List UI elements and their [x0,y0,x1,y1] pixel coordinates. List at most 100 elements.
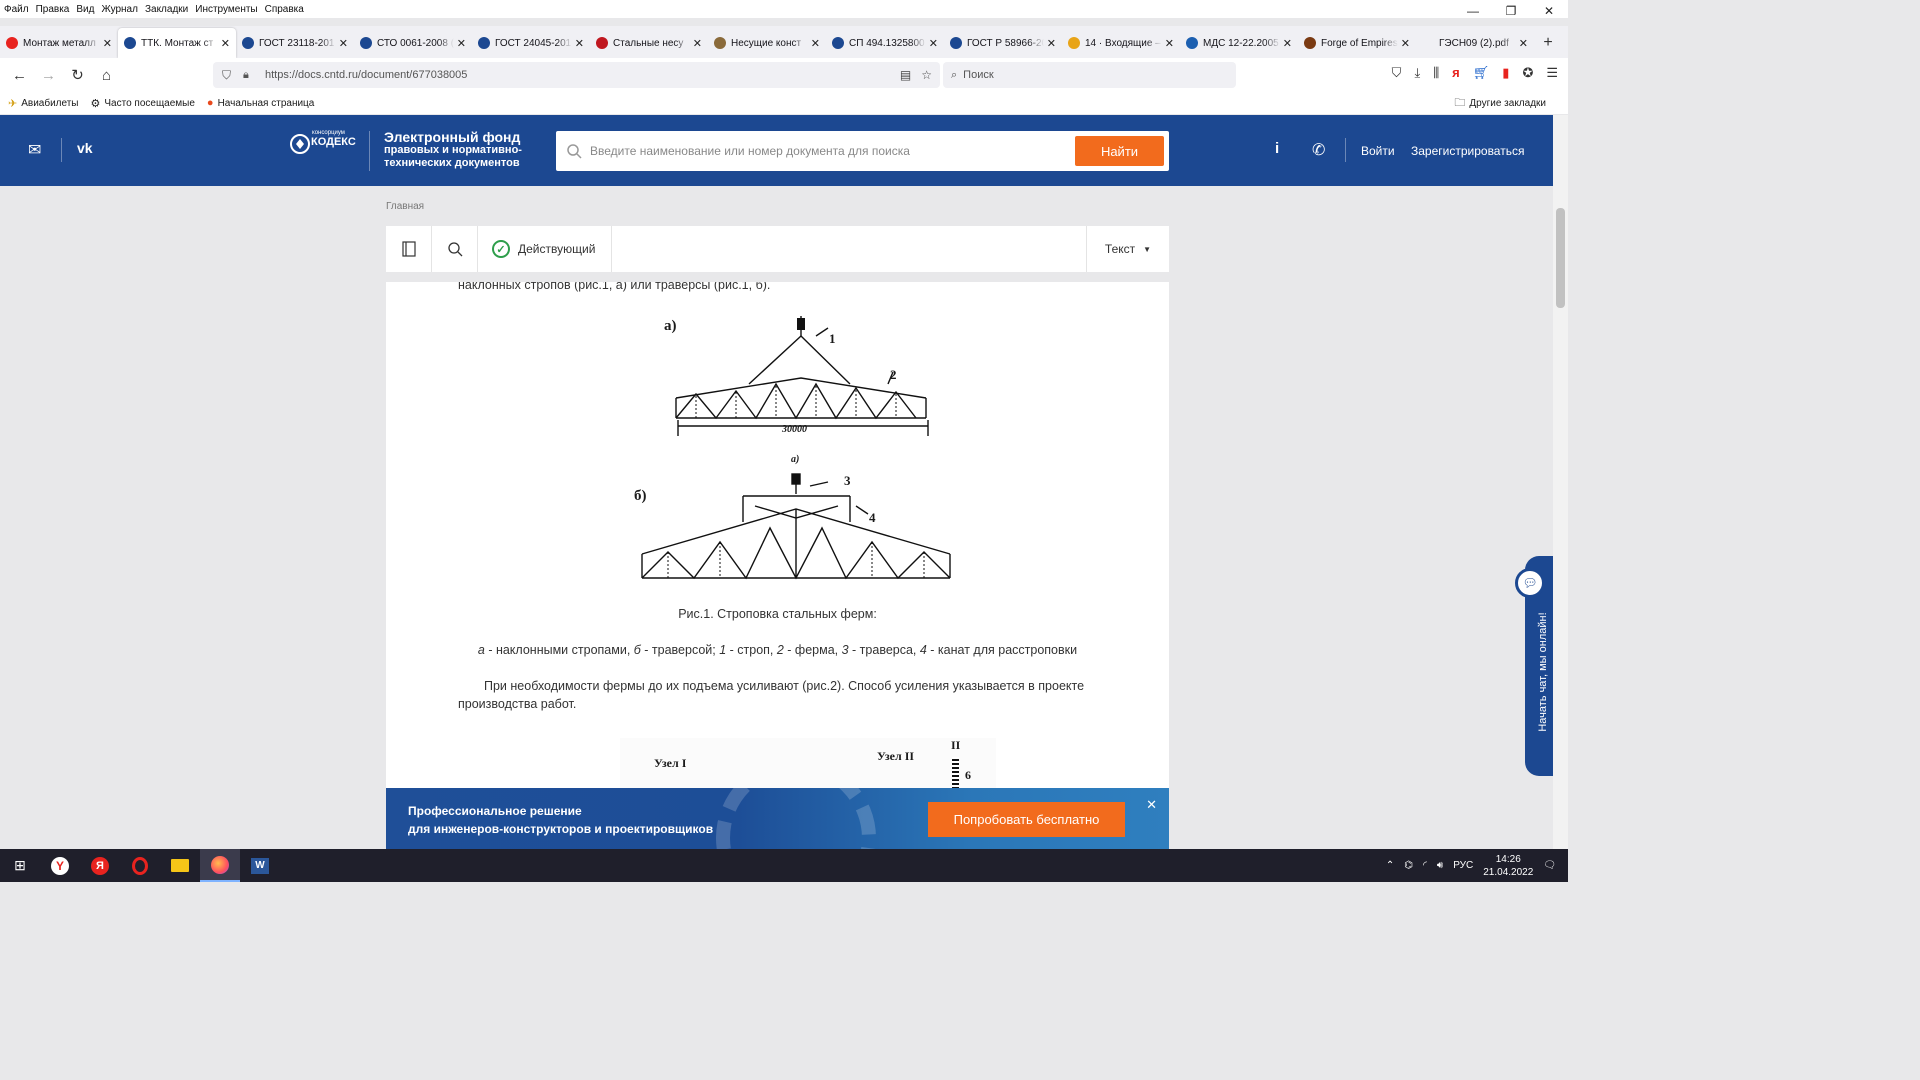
bookmark-ext-icon[interactable]: ▮ [1502,65,1509,81]
vk-icon[interactable]: vk [77,140,93,156]
forward-icon[interactable]: → [34,61,63,89]
language-indicator[interactable]: РУС [1453,860,1473,871]
back-icon[interactable]: ← [5,61,34,89]
register-link[interactable]: Зарегистрироваться [1411,144,1524,158]
close-tab-icon[interactable]: ✕ [1519,37,1528,50]
kodeks-icon [478,37,490,49]
find-button[interactable]: Найти [1075,136,1164,166]
menu-help[interactable]: Справка [265,4,304,15]
browser-tab[interactable]: ГЭСН09 (2).pdf ✕ [1416,28,1534,58]
opera-icon[interactable] [120,849,160,882]
browser-tab[interactable]: МДС 12-22.2005 ✕ [1180,28,1298,58]
scrollbar-thumb[interactable] [1556,208,1565,308]
browser-search-bar[interactable]: ⌕ Поиск [943,62,1236,88]
phone-icon[interactable]: ✆ [1312,140,1325,160]
other-bookmarks[interactable]: 🗀︎ Другие закладки [1454,94,1546,113]
info-icon[interactable]: i [1275,140,1279,157]
url-text[interactable]: https://docs.cntd.ru/document/677038005 [265,69,467,81]
close-tab-icon[interactable]: ✕ [221,37,230,50]
windows-start-icon[interactable]: ⊞ [0,849,40,882]
browser-tab[interactable]: ГОСТ 23118-201 ✕ [236,28,354,58]
browser-tab[interactable]: Несущие конст ✕ [708,28,826,58]
menu-icon[interactable]: ☰ [1546,65,1558,81]
yandex-icon[interactable]: Я [80,849,120,882]
browser-tab[interactable]: ГОСТ 24045-201 ✕ [472,28,590,58]
clock[interactable]: 14:26 21.04.2022 [1483,853,1533,879]
menu-bookmarks[interactable]: Закладки [145,4,188,15]
menu-edit[interactable]: Правка [36,4,70,15]
minimize-icon[interactable]: — [1454,0,1492,22]
restore-icon[interactable]: ❐ [1492,0,1530,22]
doc-search-button[interactable] [432,226,478,272]
firefox-taskbar-icon[interactable] [200,849,240,882]
browser-tab[interactable]: ТТК. Монтаж ст ✕ [118,28,236,58]
address-bar[interactable]: ⛉ 🔒︎ https://docs.cntd.ru/document/67703… [213,62,940,88]
chevron-up-icon[interactable]: ⌃ [1386,860,1394,871]
close-tab-icon[interactable]: ✕ [1047,37,1056,50]
file-explorer-icon[interactable] [160,849,200,882]
browser-tab[interactable]: 14 · Входящие – ✕ [1062,28,1180,58]
close-tab-icon[interactable]: ✕ [929,37,938,50]
wifi-icon[interactable]: ◜ [1423,860,1427,871]
yandex-browser-icon[interactable]: Y [40,849,80,882]
library-icon[interactable]: ⫼ [1433,65,1439,81]
bookmark-frequent[interactable]: ⚙ Часто посещаемые [91,97,195,110]
notifications-icon[interactable]: 🗨︎ [1543,860,1556,871]
close-tab-icon[interactable]: ✕ [1165,37,1174,50]
contents-button[interactable] [386,226,432,272]
mail-icon[interactable]: ✉ [28,140,41,160]
foe-icon [1304,37,1316,49]
browser-tab[interactable]: Стальные несу ✕ [590,28,708,58]
word-icon[interactable]: W [240,849,280,882]
close-window-icon[interactable]: ✕ [1530,0,1568,22]
network-icon[interactable]: ⌬ [1404,860,1413,871]
cart-icon[interactable]: 🛒︎ [1473,65,1490,81]
chat-label[interactable]: Начать чат, мы онлайн! [1537,592,1549,752]
reader-view-icon[interactable]: ▤ [900,68,911,82]
tab-bar: Монтаж металл ✕ ТТК. Монтаж ст ✕ ГОСТ 23118-… [0,26,1568,58]
yandex-icon [6,37,18,49]
extension-icon[interactable]: ✪ [1522,65,1533,81]
close-tab-icon[interactable]: ✕ [575,37,584,50]
chat-widget[interactable]: 💬︎ Начать чат, мы онлайн! [1515,556,1555,776]
bookmark-start[interactable]: ● Начальная страница [207,97,314,109]
volume-icon[interactable]: 🔊︎ [1437,860,1443,871]
site-search-box[interactable]: Введите наименование или номер документа… [556,131,1169,171]
close-tab-icon[interactable]: ✕ [1401,37,1410,50]
browser-tab[interactable]: Монтаж металл ✕ [0,28,118,58]
view-mode-select[interactable]: Текст ▼ [1086,226,1169,272]
legend-4-text: - канат для расстроповки [926,643,1078,657]
bookmark-star-icon[interactable]: ☆ [921,68,932,82]
try-free-button[interactable]: Попробовать бесплатно [928,802,1125,837]
browser-tab[interactable]: ГОСТ Р 58966-20 ✕ [944,28,1062,58]
menu-file[interactable]: Файл [4,4,29,15]
breadcrumb[interactable]: Главная [386,201,424,212]
menu-history[interactable]: Журнал [101,4,138,15]
yandex-ext-icon[interactable]: я [1452,65,1460,81]
pocket-icon[interactable]: ⛉ [1392,65,1402,81]
browser-tab[interactable]: СТО 0061-2008 (✕ [354,28,472,58]
close-tab-icon[interactable]: ✕ [1283,37,1292,50]
menu-tools[interactable]: Инструменты [195,4,257,15]
lock-icon[interactable]: 🔒︎ [243,69,249,82]
browser-tab[interactable]: СП 494.1325800 ✕ [826,28,944,58]
reload-icon[interactable]: ↻ [63,61,92,89]
downloads-icon[interactable]: ⤓ [1414,65,1420,81]
close-tab-icon[interactable]: ✕ [811,37,820,50]
close-tab-icon[interactable]: ✕ [457,37,466,50]
close-icon[interactable]: ✕ [1146,797,1157,813]
shield-icon[interactable]: ⛉ [222,68,231,83]
browser-tab[interactable]: Forge of Empires ✕ [1298,28,1416,58]
page-scrollbar[interactable] [1553,115,1568,849]
bookmark-avia[interactable]: ✈ Авиабилеты [8,97,79,110]
figure-1b-drawing [641,473,951,580]
site-search-input[interactable]: Введите наименование или номер документа… [590,144,910,158]
login-link[interactable]: Войти [1361,144,1395,158]
new-tab-button[interactable]: + [1534,28,1562,58]
home-icon[interactable]: ⌂ [92,61,121,89]
close-tab-icon[interactable]: ✕ [103,37,112,50]
kodeks-logo[interactable]: консорциум КОДЕКС [290,129,366,166]
menu-view[interactable]: Вид [76,4,94,15]
close-tab-icon[interactable]: ✕ [339,37,348,50]
close-tab-icon[interactable]: ✕ [693,37,702,50]
